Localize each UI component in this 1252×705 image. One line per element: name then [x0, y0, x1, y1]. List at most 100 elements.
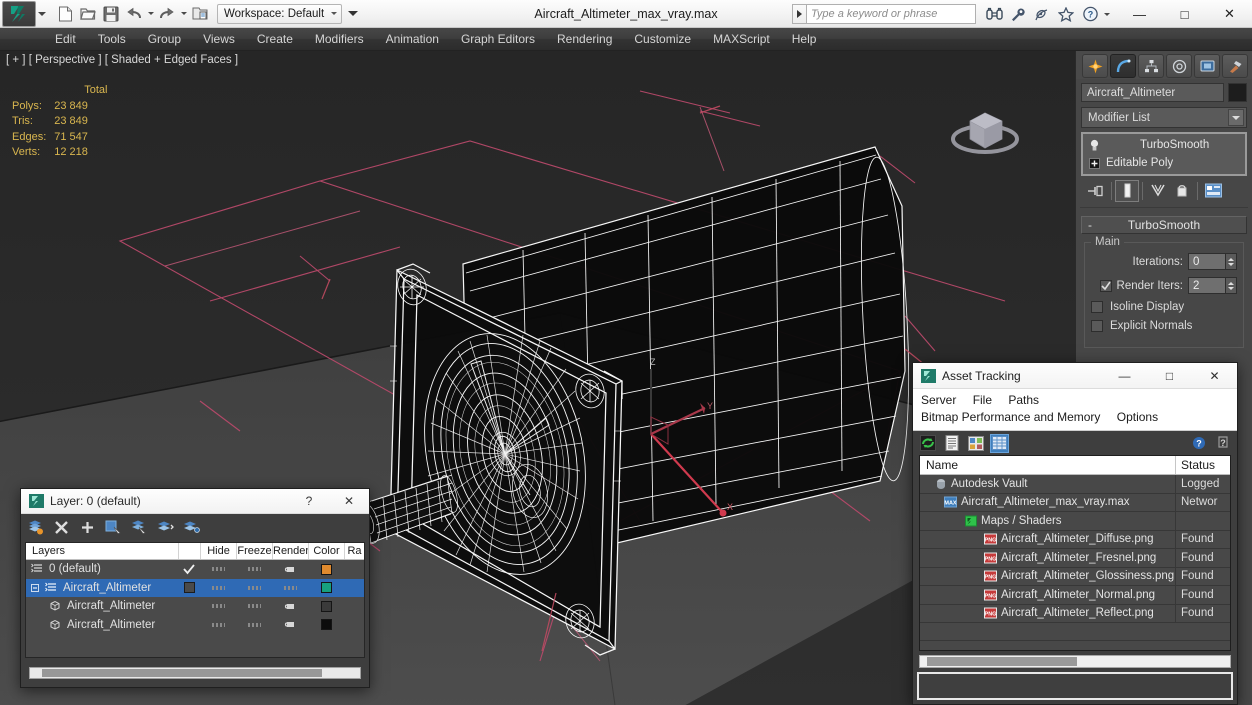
table-row[interactable]: Aircraft_Altimeter [26, 578, 364, 597]
scrollbar-thumb[interactable] [927, 657, 1077, 666]
table-row[interactable]: PNG Aircraft_Altimeter_Glossiness.png Fo… [920, 567, 1230, 586]
layer-dialog-close-button[interactable]: ✕ [329, 489, 369, 514]
table-row[interactable]: Aircraft_Altimeter [26, 597, 364, 616]
highlight-selected-objects-icon[interactable] [156, 518, 175, 537]
asset-row-name[interactable]: Maps / Shaders [920, 512, 1176, 530]
create-tab[interactable] [1082, 54, 1108, 78]
thumbnail-view-icon[interactable] [966, 434, 985, 453]
explicit-normals-checkbox[interactable] [1091, 320, 1103, 332]
menu-help[interactable]: Help [781, 28, 828, 51]
layer-row-name[interactable]: Aircraft_Altimeter [26, 582, 178, 594]
redo-dropdown-button[interactable] [179, 3, 188, 25]
render-iters-spinner-arrows[interactable] [1226, 277, 1237, 294]
layer-color-swatch[interactable] [308, 582, 344, 594]
asset-menu-server[interactable]: Server [921, 393, 956, 407]
layer-color-swatch[interactable] [308, 600, 344, 612]
delete-layer-icon[interactable] [52, 518, 71, 537]
remove-modifier-button[interactable] [1170, 180, 1194, 202]
expand-collapse-icon[interactable] [30, 583, 39, 592]
layer-freeze-toggle[interactable] [236, 622, 272, 627]
asset-close-button[interactable]: ✕ [1192, 363, 1237, 389]
modify-tab[interactable] [1110, 54, 1136, 78]
table-row[interactable]: PNG Aircraft_Altimeter_Diffuse.png Found [920, 530, 1230, 549]
iterations-spinner-arrows[interactable] [1226, 253, 1237, 270]
object-color-swatch[interactable] [1228, 83, 1247, 102]
hide-unhide-layer-icon[interactable] [182, 518, 201, 537]
configure-modifier-sets-button[interactable] [1201, 180, 1225, 202]
render-iters-checkbox[interactable] [1099, 279, 1112, 292]
pin-stack-button[interactable] [1084, 180, 1108, 202]
add-layer-icon[interactable] [78, 518, 97, 537]
whats-this-icon[interactable]: ? [1213, 434, 1232, 453]
open-file-button[interactable] [77, 3, 99, 25]
menu-tools[interactable]: Tools [87, 28, 137, 51]
layer-color-swatch[interactable] [308, 619, 344, 631]
asset-row-name[interactable]: MAX Aircraft_Altimeter_max_vray.max [920, 493, 1176, 511]
new-layer-icon[interactable] [26, 518, 45, 537]
menu-animation[interactable]: Animation [375, 28, 450, 51]
maximize-window-button[interactable]: □ [1162, 0, 1207, 28]
asset-row-name[interactable]: PNG Aircraft_Altimeter_Reflect.png [920, 604, 1176, 622]
layer-hide-toggle[interactable] [200, 567, 236, 572]
menu-graph-editors[interactable]: Graph Editors [450, 28, 546, 51]
layer-dialog-help-button[interactable]: ? [289, 489, 329, 514]
menu-create[interactable]: Create [246, 28, 304, 51]
layer-render-toggle[interactable] [272, 619, 308, 630]
layer-table[interactable]: Layers Hide Freeze Render Color Ra 0 (de… [25, 542, 365, 658]
rollout-collapse-icon[interactable]: - [1088, 219, 1092, 231]
customer-support-button[interactable] [1006, 1, 1030, 27]
utilities-tab[interactable] [1222, 54, 1248, 78]
menu-modifiers[interactable]: Modifiers [304, 28, 375, 51]
table-row[interactable]: PNG Aircraft_Altimeter_Reflect.png Found [920, 604, 1230, 623]
asset-tracking-dialog[interactable]: Asset Tracking — □ ✕ Server File Paths B… [912, 362, 1238, 705]
table-row[interactable]: PNG Aircraft_Altimeter_Fresnel.png Found [920, 549, 1230, 568]
table-row[interactable]: PNG Aircraft_Altimeter_Normal.png Found [920, 586, 1230, 605]
layer-render-toggle[interactable] [272, 585, 308, 590]
plus-box-icon[interactable] [1088, 157, 1101, 170]
layer-dialog[interactable]: Layer: 0 (default) ? ✕ Layers Hide Freez… [20, 488, 370, 688]
display-tab[interactable] [1194, 54, 1220, 78]
layer-row-name[interactable]: Aircraft_Altimeter [26, 619, 178, 631]
minimize-window-button[interactable]: — [1117, 0, 1162, 28]
modifier-stack-item-editable-poly[interactable]: Editable Poly [1085, 154, 1243, 172]
table-row[interactable]: Aircraft_Altimeter [26, 616, 364, 635]
asset-row-name[interactable]: PNG Aircraft_Altimeter_Glossiness.png [920, 567, 1176, 585]
layer-render-toggle[interactable] [272, 601, 308, 612]
make-unique-button[interactable] [1146, 180, 1170, 202]
lightbulb-icon[interactable] [1088, 139, 1101, 152]
asset-minimize-button[interactable]: — [1102, 363, 1147, 389]
iterations-spinner[interactable]: 0 [1188, 253, 1237, 270]
search-expand-button[interactable] [792, 4, 806, 24]
max-application-menu-button[interactable] [2, 0, 36, 27]
asset-menu-bitmap-performance[interactable]: Bitmap Performance and Memory [921, 410, 1100, 424]
layer-row-name[interactable]: 0 (default) [26, 563, 178, 575]
asset-row-name[interactable]: PNG Aircraft_Altimeter_Diffuse.png [920, 530, 1176, 548]
show-end-result-button[interactable] [1115, 179, 1139, 202]
asset-row-name[interactable]: Autodesk Vault [920, 475, 1176, 493]
help-button[interactable]: ? [1078, 1, 1102, 27]
search-input[interactable]: Type a keyword or phrase [806, 4, 976, 24]
layer-hide-toggle[interactable] [200, 604, 236, 609]
help-icon[interactable]: ? [1189, 434, 1208, 453]
table-row[interactable]: Autodesk Vault Logged [920, 475, 1230, 494]
asset-row-name[interactable]: PNG Aircraft_Altimeter_Normal.png [920, 586, 1176, 604]
modifier-list-dropdown[interactable]: Modifier List [1081, 107, 1247, 128]
turbosmooth-rollout-header[interactable]: - TurboSmooth [1081, 216, 1247, 234]
object-name-field[interactable]: Aircraft_Altimeter [1081, 83, 1224, 102]
motion-tab[interactable] [1166, 54, 1192, 78]
new-file-button[interactable] [54, 3, 76, 25]
layer-hide-toggle[interactable] [200, 585, 236, 590]
layer-freeze-toggle[interactable] [236, 585, 272, 590]
render-iters-spinner[interactable]: 2 [1188, 277, 1237, 294]
asset-menu-file[interactable]: File [973, 393, 992, 407]
menu-group[interactable]: Group [137, 28, 192, 51]
viewport-label[interactable]: [ + ] [ Perspective ] [ Shaded + Edged F… [6, 54, 238, 66]
layer-current-checkbox[interactable] [178, 582, 200, 594]
favorites-button[interactable] [1054, 1, 1078, 27]
hierarchy-tab[interactable] [1138, 54, 1164, 78]
table-row[interactable]: Maps / Shaders [920, 512, 1230, 531]
autodesk-account-button[interactable] [1030, 1, 1054, 27]
asset-row-name[interactable]: PNG Aircraft_Altimeter_Fresnel.png [920, 549, 1176, 567]
select-objects-in-layer-icon[interactable] [104, 518, 123, 537]
view-cube[interactable] [940, 91, 1030, 171]
